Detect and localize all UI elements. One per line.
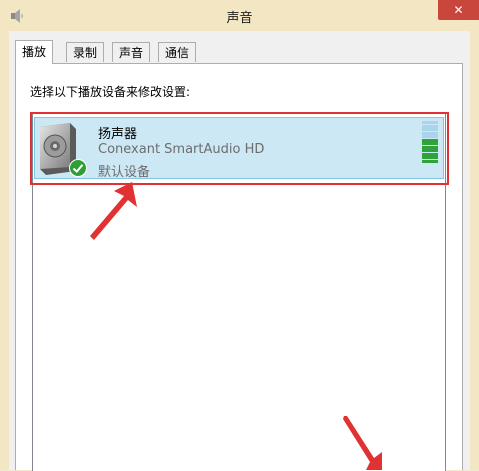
window-frame-right (470, 31, 479, 470)
title-bar: 声音 ✕ (0, 0, 479, 32)
tab-recording[interactable]: 录制 (66, 42, 105, 62)
dialog-client-area: 播放 录制 声音 通信 选择以下播放设备来修改设置: 扬声器 Conexant … (9, 31, 470, 471)
tab-playback[interactable]: 播放 (15, 40, 54, 64)
instruction-text: 选择以下播放设备来修改设置: (30, 85, 191, 99)
red-arrow-icon (90, 182, 137, 240)
tab-communications[interactable]: 通信 (158, 42, 197, 62)
window-frame-left (0, 31, 9, 470)
window-title: 声音 (226, 11, 253, 26)
tab-sounds[interactable]: 声音 (112, 42, 151, 62)
red-arrow-icon (343, 416, 382, 470)
close-button[interactable]: ✕ (438, 0, 479, 20)
annotation-highlight-box (30, 112, 449, 185)
